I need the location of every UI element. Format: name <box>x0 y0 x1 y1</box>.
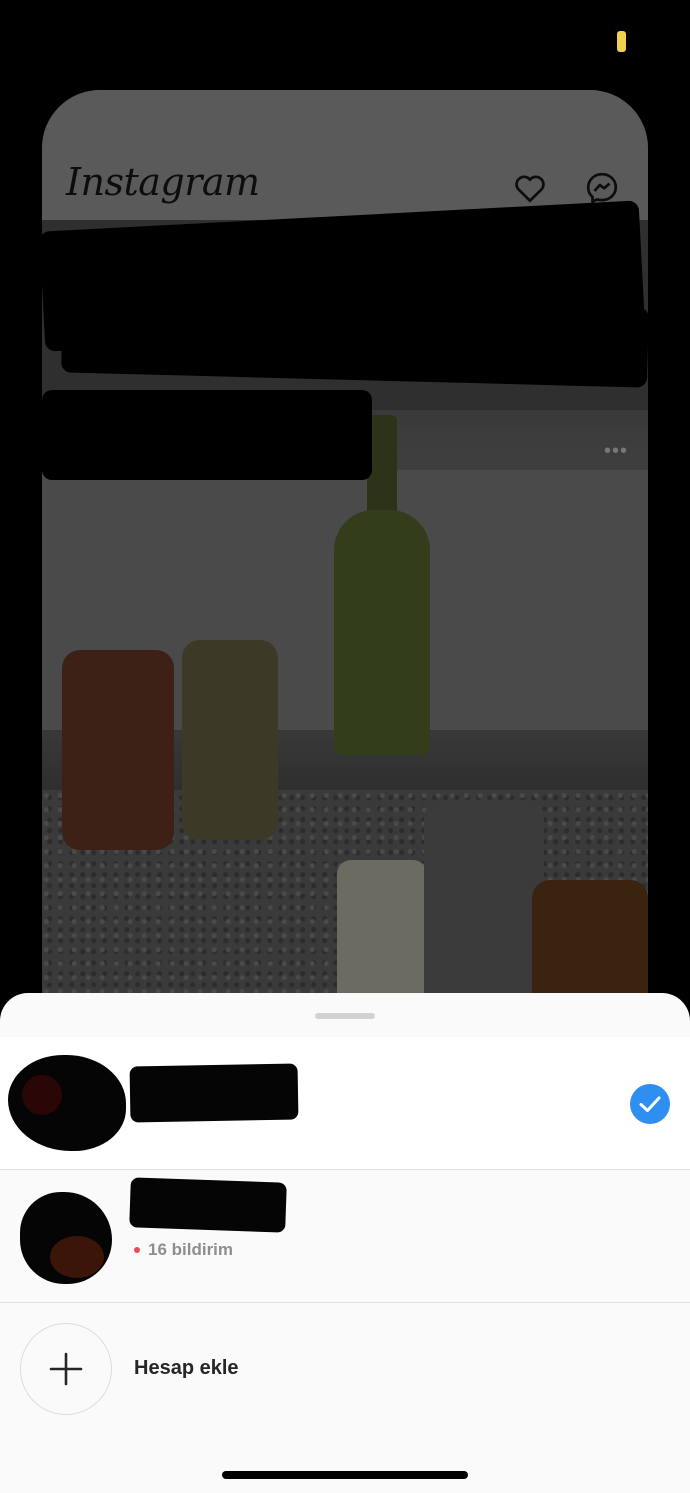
redacted-area <box>61 292 648 388</box>
avatar <box>8 1055 126 1151</box>
redacted-area <box>129 1063 299 1123</box>
status-bar-indicator <box>617 31 626 52</box>
add-account-row[interactable]: Hesap ekle <box>0 1303 690 1415</box>
photo-jar <box>62 650 174 850</box>
sheet-grabber[interactable] <box>315 1013 375 1019</box>
account-row-selected[interactable]: hilalcelik0755 <box>0 1037 690 1170</box>
notification-count: 16 bildirim <box>134 1240 233 1260</box>
photo-jar <box>182 640 278 840</box>
more-icon[interactable]: ••• <box>604 440 628 463</box>
photo-jar <box>337 860 427 1010</box>
redacted-area <box>42 390 372 480</box>
notification-dot-icon <box>134 1247 140 1253</box>
account-switcher-sheet: hilalcelik0755 hil a 16 bildirim Hesap e… <box>0 993 690 1493</box>
selected-check-icon <box>630 1084 670 1124</box>
add-account-label: Hesap ekle <box>134 1357 239 1379</box>
redacted-area <box>129 1177 287 1233</box>
plus-icon <box>49 1352 83 1386</box>
app-header: Instagram <box>42 90 648 220</box>
bottle-body <box>334 510 430 755</box>
avatar <box>20 1192 112 1284</box>
background-app: Instagram ••• <box>42 90 648 1090</box>
photo <box>42 410 648 1090</box>
heart-icon[interactable] <box>512 170 548 206</box>
add-account-circle <box>20 1323 112 1415</box>
instagram-logo: Instagram <box>66 160 260 204</box>
notification-text: 16 bildirim <box>148 1240 234 1259</box>
home-indicator[interactable] <box>222 1471 468 1479</box>
account-row[interactable]: hil a 16 bildirim <box>0 1170 690 1303</box>
